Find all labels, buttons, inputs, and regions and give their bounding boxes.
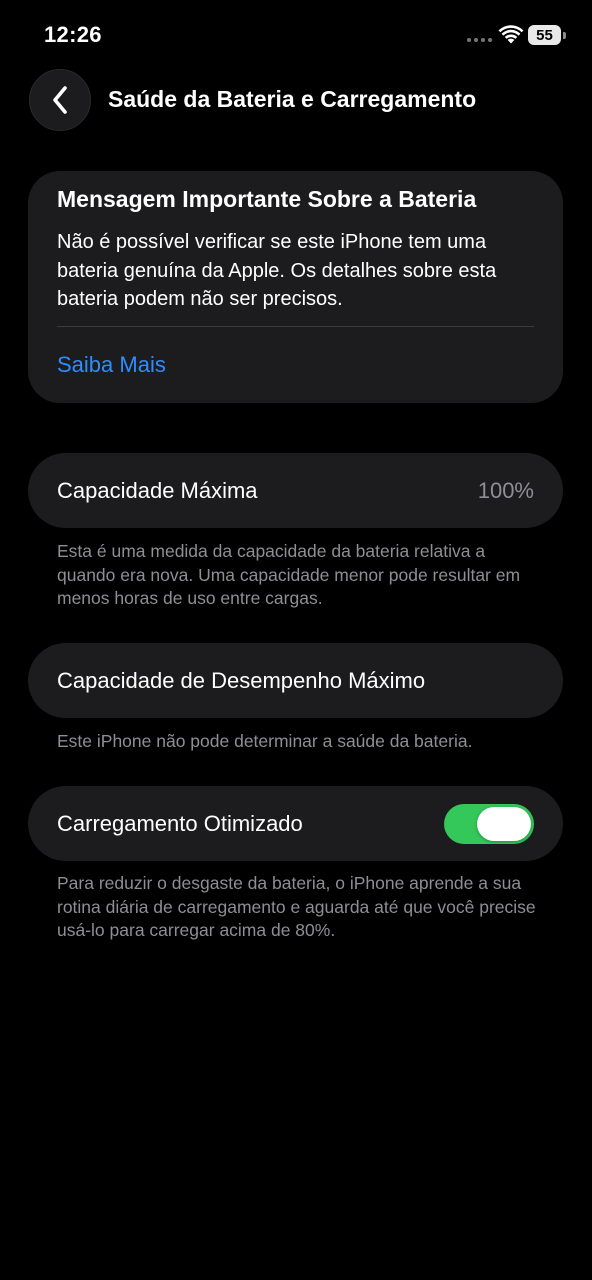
- max-capacity-footnote: Esta é uma medida da capacidade da bater…: [57, 541, 521, 608]
- wifi-icon: [498, 25, 524, 44]
- status-bar: 12:26 55: [0, 0, 592, 70]
- cellular-signal-icon: [467, 38, 492, 42]
- important-message-title: Mensagem Importante Sobre a Bateria: [57, 186, 477, 212]
- page-title: Saúde da Bateria e Carregamento: [108, 86, 477, 112]
- learn-more-link[interactable]: Saiba Mais: [57, 352, 166, 378]
- back-button[interactable]: [29, 69, 91, 131]
- max-capacity-value: 100%: [477, 477, 534, 503]
- optimized-charging-row: Carregamento Otimizado: [28, 786, 563, 861]
- divider: [57, 326, 534, 327]
- toggle-knob: [477, 807, 531, 841]
- max-capacity-row: Capacidade Máxima 100%: [28, 453, 563, 528]
- chevron-left-icon: [53, 86, 67, 114]
- optimized-charging-footnote: Para reduzir o desgaste da bateria, o iP…: [57, 873, 536, 940]
- peak-performance-label: Capacidade de Desempenho Máximo: [57, 667, 426, 693]
- peak-performance-row[interactable]: Capacidade de Desempenho Máximo: [28, 643, 563, 718]
- status-time: 12:26: [44, 22, 102, 47]
- battery-level: 55: [528, 25, 561, 45]
- max-capacity-label: Capacidade Máxima: [57, 477, 258, 503]
- optimized-charging-label: Carregamento Otimizado: [57, 810, 303, 836]
- battery-icon: 55: [528, 25, 566, 45]
- important-message-body: Não é possível verificar se este iPhone …: [57, 231, 497, 310]
- optimized-charging-toggle[interactable]: [444, 804, 534, 844]
- peak-performance-footnote: Este iPhone não pode determinar a saúde …: [57, 731, 473, 751]
